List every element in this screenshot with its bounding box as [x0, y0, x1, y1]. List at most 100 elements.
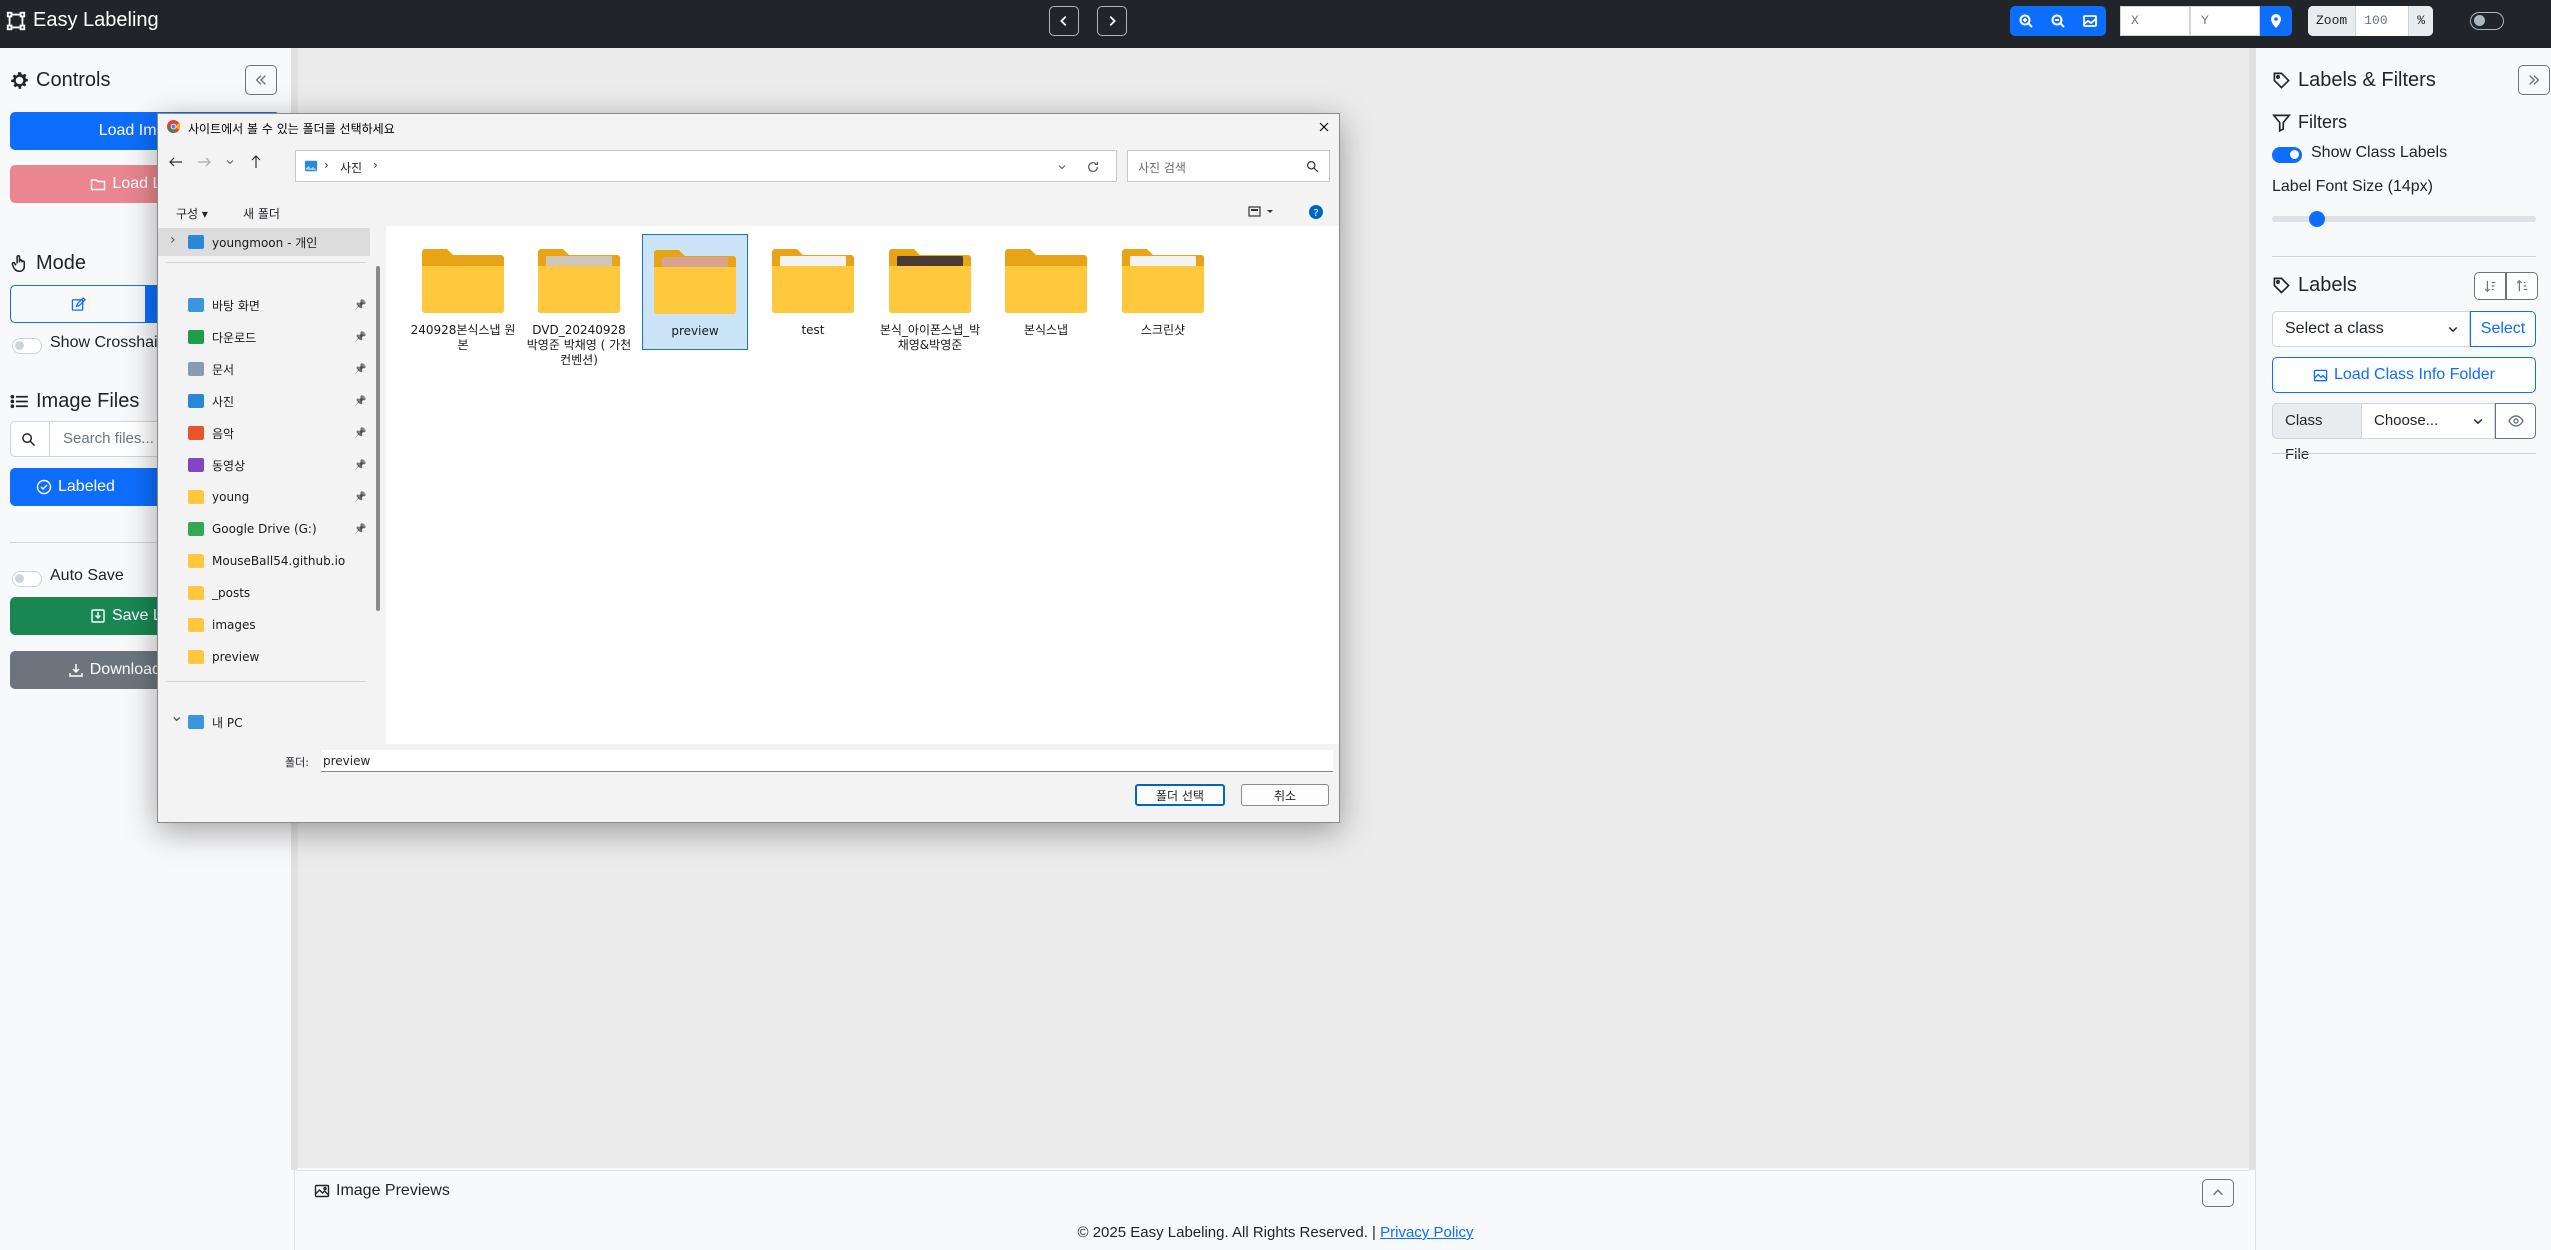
go-to-coordinate-button[interactable]	[2260, 6, 2292, 36]
nav-item[interactable]: young	[188, 483, 249, 511]
chevron-up-icon	[2213, 1189, 2223, 1196]
folder-icon	[188, 618, 204, 632]
nav-item[interactable]: images	[188, 611, 256, 639]
nav-item[interactable]: youngmoon - 개인	[158, 228, 370, 256]
chevron-right-icon	[1109, 16, 1116, 26]
dialog-close-button[interactable]	[1313, 117, 1335, 137]
fit-image-button[interactable]	[2074, 6, 2106, 36]
expand-chevron-icon[interactable]: ⌄	[170, 706, 183, 725]
theme-toggle[interactable]	[2470, 12, 2504, 30]
forward-arrow-icon[interactable]	[196, 154, 212, 170]
app-brand[interactable]: Easy Labeling	[5, 9, 159, 32]
image-previews-heading: Image Previews	[314, 1182, 450, 1200]
image-files-heading: Image Files	[10, 390, 139, 413]
pictures-icon	[304, 160, 318, 172]
folder-icon	[188, 490, 204, 504]
nav-item[interactable]: 문서	[188, 355, 234, 383]
nav-item-label: 바탕 화면	[212, 298, 260, 313]
dialog-title-bar: 사이트에서 볼 수 있는 폴더를 선택하세요	[158, 114, 1339, 140]
nav-item[interactable]: Google Drive (G:)	[188, 515, 317, 543]
nav-item[interactable]: 사진	[188, 387, 234, 415]
select-class-button[interactable]: Select	[2470, 311, 2536, 347]
zoom-out-button[interactable]	[2042, 6, 2074, 36]
svg-text:?: ?	[1313, 208, 1318, 219]
folder-item[interactable]: preview	[642, 234, 748, 350]
nav-item[interactable]: 다운로드	[188, 323, 256, 351]
zoom-input[interactable]: 100	[2356, 6, 2408, 36]
sort-desc-button[interactable]	[2474, 272, 2506, 300]
font-size-slider-thumb[interactable]	[2308, 211, 2325, 227]
recent-chevron-icon[interactable]	[224, 154, 236, 170]
up-arrow-icon[interactable]	[248, 154, 264, 170]
folder-item[interactable]: 본식스냅	[993, 234, 1099, 338]
sort-asc-button[interactable]	[2506, 272, 2538, 300]
address-segment[interactable]: 사진	[340, 159, 362, 176]
nav-item[interactable]: preview	[188, 643, 259, 671]
class-file-select[interactable]: Choose...	[2361, 403, 2495, 439]
expand-chevron-icon[interactable]: ›	[170, 232, 176, 248]
folder-item[interactable]: 240928본식스냅 원본	[410, 234, 516, 353]
nav-item[interactable]: 동영상	[188, 451, 245, 479]
auto-save-switch[interactable]	[12, 571, 42, 587]
download-icon	[68, 664, 83, 677]
controls-title: Controls	[36, 69, 111, 91]
zoom-unit: %	[2408, 6, 2434, 36]
folder-name: 본식_아이폰스냅_박채영&박영준	[879, 323, 981, 352]
nav-item[interactable]: MouseBall54.github.io	[188, 547, 345, 575]
select-folder-button[interactable]: 폴더 선택	[1135, 784, 1225, 806]
draw-mode-button[interactable]	[11, 286, 145, 322]
next-image-button[interactable]	[1097, 6, 1127, 36]
address-dropdown-icon[interactable]	[1056, 161, 1068, 173]
folder-name: DVD_20240928 박영준 박채영 ( 가천컨벤션)	[526, 323, 632, 367]
app-title: Easy Labeling	[33, 9, 159, 31]
nav-item-label: images	[212, 618, 256, 632]
select-folder-label: 폴더 선택	[1156, 788, 1204, 803]
pictures-icon	[188, 394, 204, 408]
cancel-button[interactable]: 취소	[1241, 784, 1329, 806]
nav-item[interactable]: 내 PC	[188, 708, 242, 736]
folder-item[interactable]: 본식_아이폰스냅_박채영&박영준	[877, 234, 983, 353]
class-select[interactable]: Select a class	[2272, 311, 2470, 347]
document-icon	[188, 362, 204, 376]
help-icon[interactable]: ?	[1308, 204, 1324, 220]
view-class-file-button[interactable]	[2495, 403, 2536, 439]
collapse-left-button[interactable]	[245, 65, 277, 95]
collapse-right-button[interactable]	[2518, 65, 2550, 95]
address-bar[interactable]: › 사진 ›	[295, 150, 1117, 182]
folder-item[interactable]: DVD_20240928 박영준 박채영 ( 가천컨벤션)	[526, 234, 632, 368]
x-coordinate-input[interactable]: X	[2120, 6, 2190, 36]
new-folder-button[interactable]: 새 폴더	[243, 205, 280, 222]
dialog-search-input[interactable]: 사진 검색	[1127, 150, 1330, 182]
crosshair-switch[interactable]	[12, 338, 42, 354]
view-options-icon[interactable]	[1248, 205, 1276, 219]
show-class-labels-switch[interactable]	[2272, 147, 2302, 163]
folder-icon	[1122, 249, 1204, 313]
dialog-search-placeholder: 사진 검색	[1138, 161, 1186, 175]
folder-item[interactable]: test	[760, 234, 866, 338]
organize-menu[interactable]: 구성 ▾	[176, 205, 208, 222]
check-circle-icon	[36, 479, 52, 495]
nav-item-label: MouseBall54.github.io	[212, 554, 346, 568]
y-coordinate-input[interactable]: Y	[2190, 6, 2260, 36]
zoom-tools	[2010, 6, 2106, 36]
prev-image-button[interactable]	[1049, 6, 1079, 36]
nav-scrollbar[interactable]	[376, 266, 380, 611]
zoom-in-button[interactable]	[2010, 6, 2042, 36]
folder-item[interactable]: 스크린샷	[1110, 234, 1216, 338]
refresh-icon[interactable]	[1086, 160, 1100, 174]
load-class-info-button[interactable]: Load Class Info Folder	[2272, 357, 2536, 393]
nav-item-label: 다운로드	[212, 330, 257, 345]
divider	[2272, 256, 2536, 257]
chrome-icon	[166, 119, 181, 134]
expand-previews-button[interactable]	[2202, 1179, 2234, 1207]
nav-item[interactable]: _posts	[188, 579, 250, 607]
folder-name: test	[801, 323, 825, 337]
pin-icon: 📌	[354, 332, 367, 343]
nav-item[interactable]: 바탕 화면	[188, 291, 260, 319]
privacy-policy-link[interactable]: Privacy Policy	[1380, 1224, 1473, 1241]
nav-item[interactable]: 음악	[188, 419, 234, 447]
folder-name-input[interactable]: preview	[321, 750, 1333, 772]
back-arrow-icon[interactable]	[168, 154, 184, 170]
divider	[2272, 453, 2536, 454]
pin-icon: 📌	[354, 300, 367, 311]
